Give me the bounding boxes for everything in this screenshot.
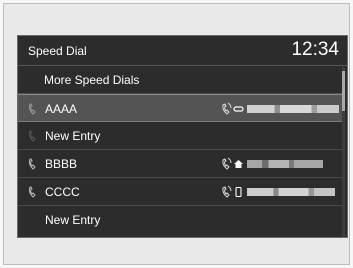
figure-frame: Speed Dial 12:34 More Speed Dials AAAA N… (3, 3, 350, 265)
list-item-label: AAAA (45, 102, 78, 116)
page: Speed Dial 12:34 More Speed Dials AAAA N… (0, 0, 353, 268)
handset-icon (28, 130, 36, 142)
list-item-label: New Entry (45, 213, 101, 227)
phone-icon (222, 157, 232, 170)
more-speed-dials-item[interactable]: More Speed Dials (18, 66, 344, 94)
handset-icon (28, 103, 36, 115)
list-item-label: New Entry (45, 129, 101, 143)
list-item-bbbb[interactable]: BBBB (18, 150, 344, 178)
list-item-label: BBBB (45, 157, 78, 171)
clock: 12:34 (291, 39, 339, 60)
scrollbar-thumb[interactable] (342, 71, 345, 111)
mobile-icon (235, 187, 242, 197)
list-item-label: CCCC (45, 185, 80, 199)
speed-dial-screen: Speed Dial 12:34 More Speed Dials AAAA N… (17, 35, 348, 238)
phone-icon (222, 102, 232, 115)
list-item-aaaa[interactable]: AAAA (18, 94, 344, 122)
redacted-number (247, 188, 335, 196)
page-title: Speed Dial (28, 44, 87, 58)
phone-type-icon (233, 106, 244, 112)
phone-icon (222, 185, 232, 198)
list-item-new-entry[interactable]: New Entry (18, 206, 344, 234)
handset-icon (28, 186, 36, 198)
list-item-cccc[interactable]: CCCC (18, 178, 344, 206)
scrollbar[interactable] (342, 67, 345, 237)
redacted-number (247, 160, 323, 168)
speed-dial-list: More Speed Dials AAAA New Entry BBBB CCC… (18, 66, 344, 234)
redacted-number (247, 105, 339, 113)
home-icon (234, 160, 243, 168)
list-item-label: More Speed Dials (44, 73, 140, 87)
screen-header: Speed Dial 12:34 (18, 36, 347, 66)
list-item-new-entry[interactable]: New Entry (18, 122, 344, 150)
handset-icon (28, 158, 36, 170)
